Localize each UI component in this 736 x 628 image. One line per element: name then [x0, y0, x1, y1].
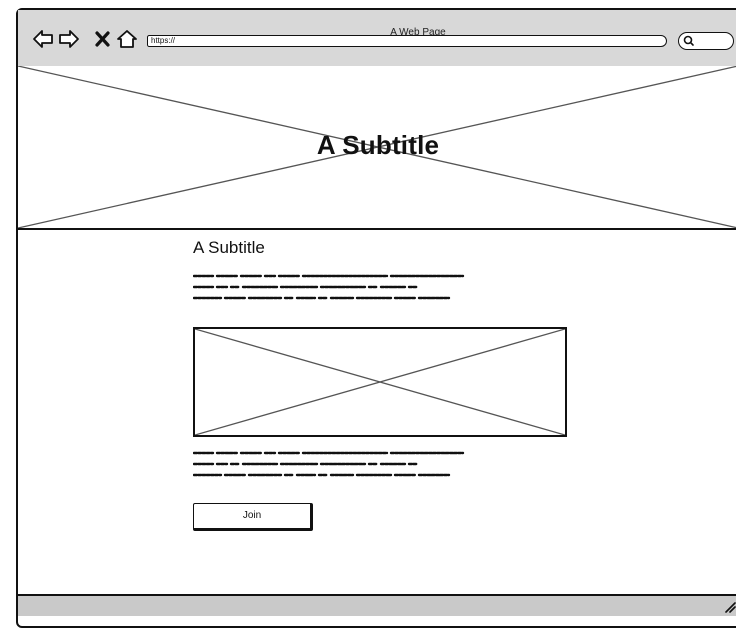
close-icon[interactable]: [92, 28, 114, 50]
join-button[interactable]: Join: [193, 503, 313, 531]
search-icon: [683, 35, 694, 46]
url-input[interactable]: https://: [147, 35, 667, 47]
home-icon[interactable]: [116, 28, 138, 50]
back-arrow-icon[interactable]: [32, 28, 54, 50]
text-placeholder: [193, 451, 465, 477]
content-image-placeholder: [193, 327, 567, 437]
status-bar: [18, 594, 736, 616]
text-placeholder: [193, 274, 465, 300]
section-heading: A Subtitle: [193, 238, 265, 257]
hero-banner: A Subtitle: [18, 66, 736, 230]
hero-title: A Subtitle: [316, 130, 440, 160]
resize-grip-icon[interactable]: [722, 599, 736, 613]
search-field[interactable]: [678, 32, 734, 50]
forward-arrow-icon[interactable]: [58, 28, 80, 50]
image-placeholder-cross: [195, 329, 565, 435]
